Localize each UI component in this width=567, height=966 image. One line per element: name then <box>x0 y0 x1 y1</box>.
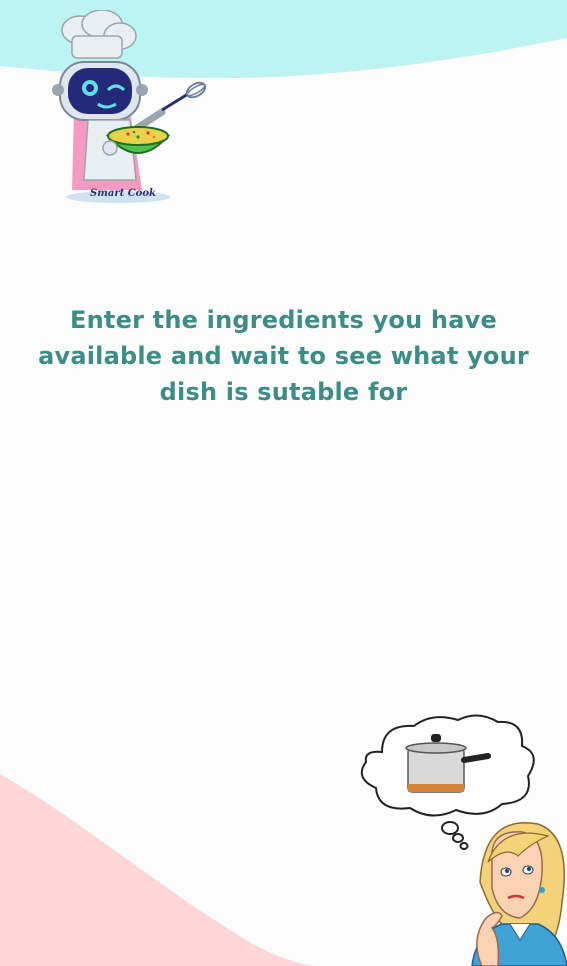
smart-cook-logo: Smart Cook <box>38 9 208 206</box>
chef-robot-icon <box>52 9 207 203</box>
logo-caption: Smart Cook <box>90 188 156 199</box>
instruction-message: Enter the ingredients you have available… <box>38 306 529 406</box>
woman-thinking-cooking-pot-icon <box>360 714 567 966</box>
